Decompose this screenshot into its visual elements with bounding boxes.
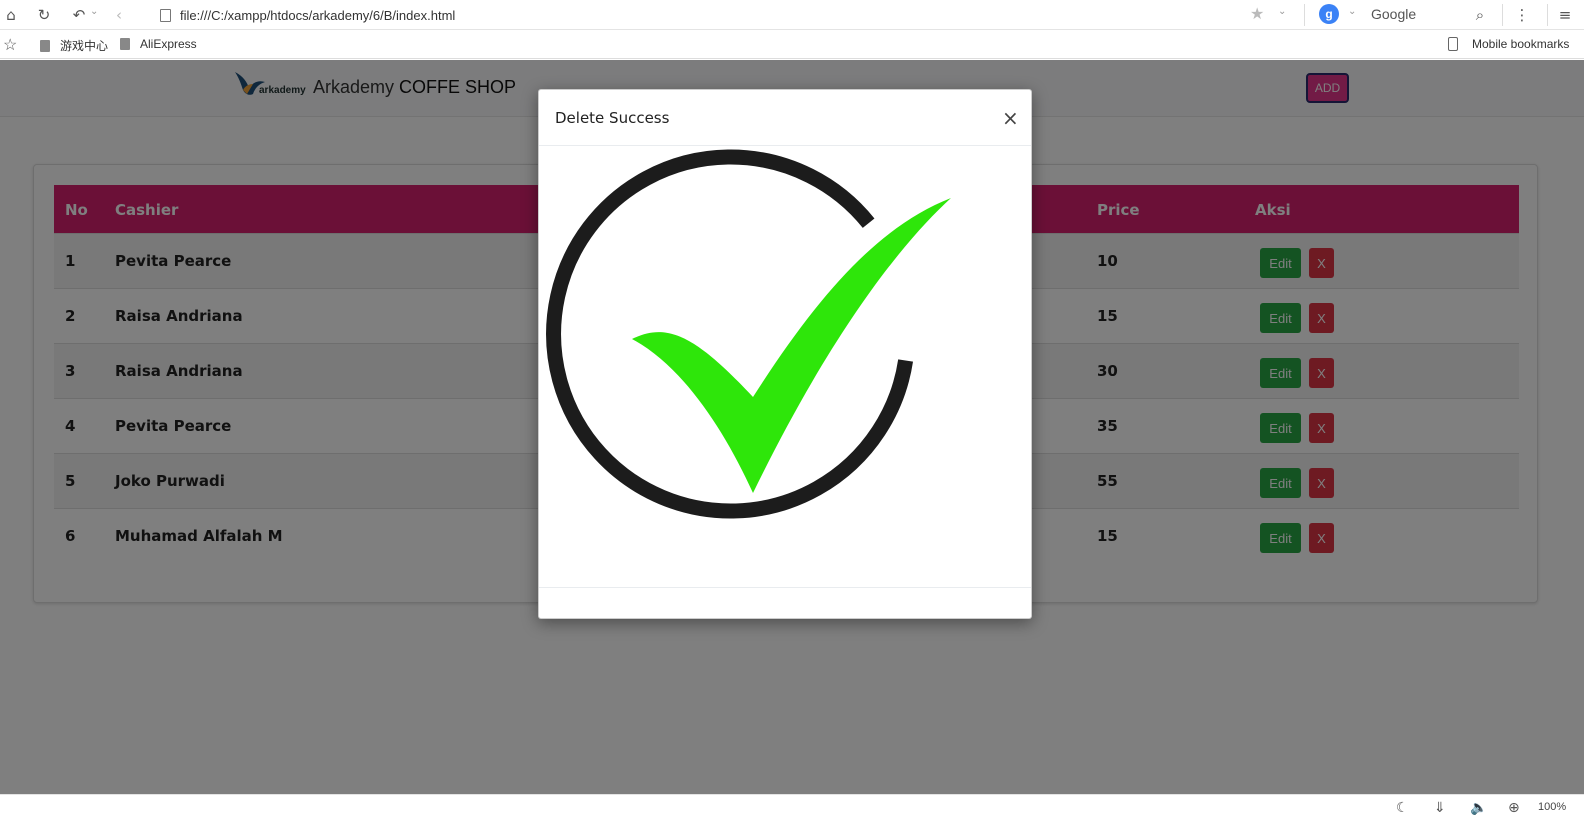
folder-icon — [40, 39, 50, 52]
browser-toolbar: ⌂ ↻ ↶ ⌄ ‹ file:///C:/xampp/htdocs/arkade… — [0, 0, 1584, 30]
search-engine-icon[interactable]: g — [1319, 4, 1339, 24]
search-field[interactable]: Google — [1371, 6, 1416, 22]
address-bar[interactable]: file:///C:/xampp/htdocs/arkademy/6/B/ind… — [160, 4, 1300, 26]
undo-dropdown-icon[interactable]: ⌄ — [90, 6, 98, 17]
circle-ring — [546, 149, 914, 519]
back-icon[interactable]: ‹ — [108, 4, 130, 26]
checkmark-icon: Adobe Stock — [546, 149, 951, 519]
delete-success-modal: Delete Success × Adobe Stock — [538, 89, 1032, 619]
close-icon[interactable]: × — [1002, 106, 1019, 130]
modal-footer — [539, 587, 1031, 618]
night-mode-icon[interactable]: ☾ — [1396, 800, 1409, 816]
modal-header: Delete Success × — [539, 90, 1031, 146]
download-icon[interactable]: ⇓ — [1434, 800, 1446, 816]
bookmark-star-icon[interactable]: ★ — [1250, 4, 1264, 23]
search-icon[interactable]: ⌕ — [1469, 4, 1491, 26]
toolbar-divider — [1304, 4, 1305, 26]
sound-icon[interactable]: 🔈 — [1470, 800, 1487, 816]
bookmark-item[interactable]: 游戏中心 — [40, 37, 108, 54]
bookmark-item[interactable]: AliExpress — [120, 37, 197, 51]
check-shape — [632, 198, 951, 493]
url-text: file:///C:/xampp/htdocs/arkademy/6/B/ind… — [180, 7, 456, 23]
reload-icon[interactable]: ↻ — [33, 4, 55, 26]
page-viewport: arkademy Arkademy COFFE SHOP ADD No Cash… — [0, 60, 1584, 794]
modal-body: Adobe Stock — [539, 147, 1031, 587]
bookmark-label: 游戏中心 — [60, 39, 109, 53]
bookmarks-bar: ☆ 游戏中心 AliExpress Mobile bookmarks — [0, 30, 1584, 59]
undo-icon[interactable]: ↶ — [68, 4, 90, 26]
status-bar: ☾ ⇓ 🔈 ⊕ 100% — [0, 794, 1584, 823]
favorites-star-icon[interactable]: ☆ — [3, 35, 17, 55]
modal-title: Delete Success — [555, 109, 670, 127]
mobile-bookmarks[interactable]: Mobile bookmarks — [1448, 37, 1569, 51]
toolbar-divider — [1502, 4, 1503, 26]
search-engine-dropdown-icon[interactable]: ⌄ — [1348, 6, 1356, 17]
home-icon[interactable]: ⌂ — [0, 4, 22, 26]
phone-icon — [1448, 37, 1458, 51]
folder-icon — [120, 38, 130, 50]
mobile-bookmarks-label: Mobile bookmarks — [1472, 37, 1570, 51]
zoom-level[interactable]: 100% — [1538, 801, 1566, 813]
menu-icon[interactable]: ⋮ — [1511, 4, 1533, 26]
zoom-icon[interactable]: ⊕ — [1508, 800, 1520, 816]
address-dropdown-icon[interactable]: ⌄ — [1278, 6, 1286, 17]
page-icon — [160, 8, 171, 22]
toolbar-divider — [1547, 4, 1548, 26]
hamburger-icon[interactable]: ≡ — [1554, 4, 1576, 26]
bookmark-label: AliExpress — [140, 37, 197, 51]
